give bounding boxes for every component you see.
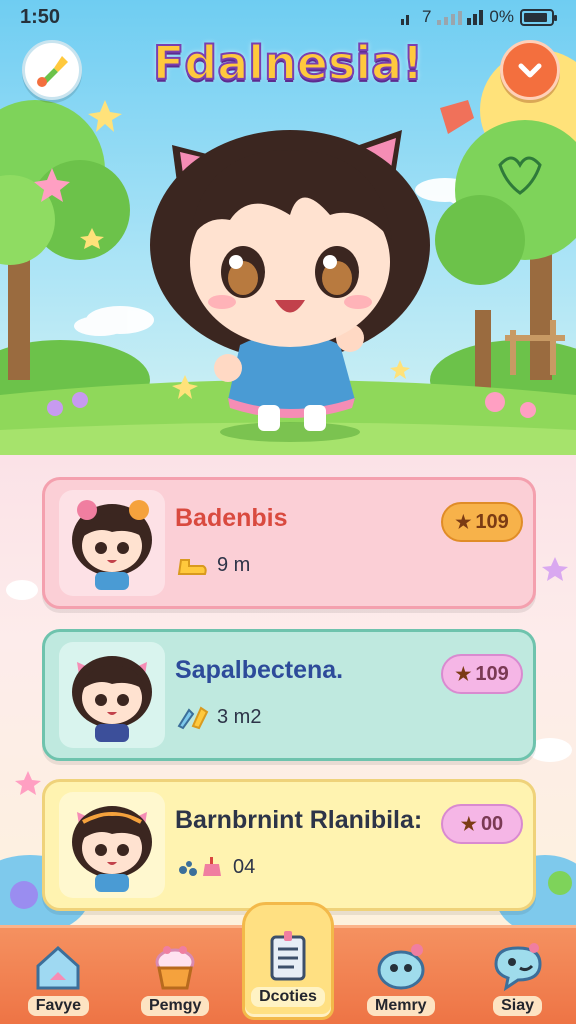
- hero-scene: Fdalnesia!: [0, 0, 576, 455]
- nav-label: Favye: [27, 996, 90, 1016]
- reward-badge[interactable]: ★ 109: [441, 502, 523, 542]
- paw-cake-icon: [179, 857, 221, 876]
- reward-badge[interactable]: ★ 109: [441, 654, 523, 694]
- reward-value: 109: [475, 510, 509, 533]
- quest-card[interactable]: Barnbrnint Rlanibila: 04 ★ 00: [42, 779, 536, 911]
- character-portrait: [59, 642, 165, 748]
- battery-level: [524, 12, 548, 22]
- quest-distance: 9 m: [217, 553, 251, 576]
- quest-name: Badenbis: [175, 504, 288, 532]
- paint-icon: [177, 706, 209, 730]
- nav-tab-favye[interactable]: Favye: [8, 928, 108, 1016]
- dropdown-menu-button[interactable]: [500, 40, 560, 100]
- nav-label: Dcoties: [251, 987, 325, 1007]
- chat-icon: [494, 943, 542, 992]
- nav-tab-pemgy[interactable]: Pemgy: [125, 928, 225, 1016]
- quest-distance: 3 m2: [217, 705, 262, 728]
- game-title: Fdalnesia!: [152, 35, 424, 91]
- quest-name: Sapalbectena.: [175, 656, 344, 684]
- quest-meta: 9 m: [175, 552, 250, 578]
- quest-list: Badenbis 9 m ★ 109 Sapalbectena. 3 m2 ★ …: [0, 455, 576, 925]
- bottom-navigation: Favye Pemgy Dcoties Memry Siay: [0, 902, 576, 1024]
- quest-meta: 04: [175, 854, 255, 880]
- notes-icon: [270, 931, 306, 981]
- nav-label: Pemgy: [140, 996, 210, 1016]
- reward-value: 00: [480, 812, 504, 835]
- clock: 1:50: [20, 5, 61, 28]
- reward-badge[interactable]: ★ 00: [441, 804, 523, 844]
- star-icon: ★: [460, 813, 477, 834]
- status-indicators: 7 0%: [400, 7, 557, 27]
- quest-meta: 3 m2: [175, 704, 261, 730]
- nav-label: Memry: [366, 996, 435, 1016]
- star-icon: ★: [455, 663, 472, 684]
- quest-name: Barnbrnint Rlanibila:: [175, 806, 423, 834]
- creature-icon: [377, 944, 425, 990]
- wifi-icon: [400, 15, 409, 25]
- network-label: 7: [421, 7, 432, 26]
- character-portrait: [59, 792, 165, 898]
- quest-distance: 04: [233, 855, 256, 878]
- cupcake-icon: [155, 946, 195, 990]
- reward-value: 109: [475, 662, 509, 685]
- status-bar: 1:50 7 0%: [0, 0, 576, 34]
- nav-tab-dcoties[interactable]: Dcoties: [241, 902, 334, 1020]
- quest-card[interactable]: Badenbis 9 m ★ 109: [42, 477, 536, 609]
- house-icon: [36, 945, 80, 990]
- star-icon: ★: [455, 511, 472, 532]
- nav-tab-memry[interactable]: Memry: [351, 928, 451, 1016]
- chevron-down-icon: [518, 63, 542, 78]
- battery-percent: 0%: [489, 7, 514, 26]
- battery-icon: [520, 8, 557, 26]
- paint-brush-icon: [37, 56, 68, 87]
- boot-icon: [177, 559, 207, 575]
- character-portrait: [59, 490, 165, 596]
- nav-tab-siay[interactable]: Siay: [468, 928, 568, 1016]
- signal-bars-icon: [437, 10, 484, 25]
- paint-brush-button[interactable]: [22, 40, 82, 100]
- quest-card[interactable]: Sapalbectena. 3 m2 ★ 109: [42, 629, 536, 761]
- nav-label: Siay: [493, 996, 543, 1016]
